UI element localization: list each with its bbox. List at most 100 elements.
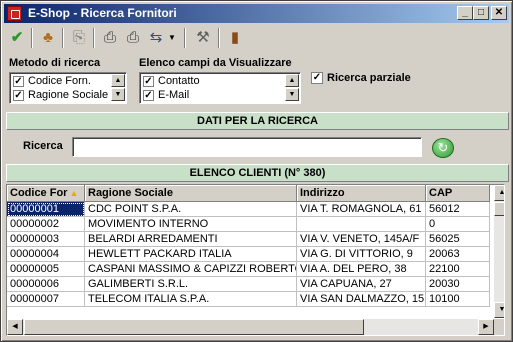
search-method-list: ✓ Codice Forn. ✓ Ragione Sociale ▲ ▼ — [9, 72, 127, 104]
scroll-up-icon[interactable]: ▲ — [111, 74, 125, 87]
grid-body: 00000001 CDC POINT S.P.A. VIA T. ROMAGNO… — [7, 202, 490, 307]
checkbox-checked-icon[interactable]: ✓ — [13, 75, 24, 87]
app-logo-icon — [7, 6, 22, 21]
option-contatto[interactable]: ✓ Contatto — [143, 74, 200, 88]
cell-code[interactable]: 00000004 — [7, 247, 85, 262]
users-icon[interactable]: ♣ — [37, 27, 59, 49]
cell-name[interactable]: TELECOM ITALIA S.P.A. — [85, 292, 297, 307]
cell-name[interactable]: MOVIMENTO INTERNO — [85, 217, 297, 232]
cell-cap[interactable]: 10100 — [426, 292, 490, 307]
cell-code[interactable]: 00000007 — [7, 292, 85, 307]
checkbox-checked-icon[interactable]: ✓ — [311, 72, 323, 84]
horizontal-scroll-thumb[interactable] — [24, 319, 364, 335]
cell-address[interactable]: VIA A. DEL PERO, 38 — [297, 262, 426, 277]
search-method-label: Metodo di ricerca — [9, 57, 101, 69]
column-header-cap[interactable]: CAP — [426, 185, 490, 202]
scroll-up-icon[interactable]: ▲ — [285, 74, 299, 87]
toolbar: ✔ ♣ ⎘ ⎙ ⎙ ⇆ ▼ ⚒ ▮ — [4, 25, 509, 51]
cell-address[interactable]: VIA SAN DALMAZZO, 15 — [297, 292, 426, 307]
cell-cap[interactable]: 56012 — [426, 202, 490, 217]
warning-icon: ▲ — [69, 188, 79, 198]
cell-code[interactable]: 00000006 — [7, 277, 85, 292]
search-input[interactable] — [72, 137, 422, 157]
toolbar-separator — [93, 28, 95, 48]
cell-address[interactable]: VIA V. VENETO, 145A/F — [297, 232, 426, 247]
clients-section-header: ELENCO CLIENTI (N° 380) — [6, 164, 509, 182]
horizontal-scrollbar[interactable]: ◀ ▶ — [7, 319, 494, 335]
cell-address[interactable] — [297, 217, 426, 232]
display-fields-label: Elenco campi da Visualizzare — [139, 57, 292, 69]
toolbar-separator — [218, 28, 220, 48]
column-header-code[interactable]: Codice For ▲ — [7, 185, 85, 202]
table-row[interactable]: 00000005 CASPANI MASSIMO & CAPIZZI ROBER… — [7, 262, 490, 277]
checkbox-checked-icon[interactable]: ✓ — [143, 89, 154, 101]
check-icon[interactable]: ✔ — [6, 27, 28, 49]
option-label: Ragione Sociale — [28, 89, 109, 101]
vertical-scroll-thumb[interactable] — [494, 202, 504, 216]
copy-icon[interactable]: ⎘ — [68, 27, 90, 49]
scroll-up-icon[interactable]: ▲ — [494, 185, 504, 201]
table-row[interactable]: 00000004 HEWLETT PACKARD ITALIA VIA G. D… — [7, 247, 490, 262]
option-label: Contatto — [158, 75, 200, 87]
clients-grid: Codice For ▲ Ragione Sociale Indirizzo CA… — [6, 184, 505, 336]
minimize-button[interactable]: _ — [457, 6, 473, 20]
scroll-down-icon[interactable]: ▼ — [285, 88, 299, 101]
export-icon[interactable]: ⇆ — [145, 27, 167, 49]
partial-search-label: Ricerca parziale — [327, 72, 411, 84]
table-row[interactable]: 00000007 TELECOM ITALIA S.P.A. VIA SAN D… — [7, 292, 490, 307]
cell-code[interactable]: 00000001 — [7, 202, 85, 217]
search-section-header: DATI PER LA RICERCA — [6, 112, 509, 130]
maximize-button[interactable]: □ — [473, 6, 489, 20]
checkbox-checked-icon[interactable]: ✓ — [143, 75, 154, 87]
refresh-icon[interactable]: ↻ — [432, 138, 454, 158]
toolbar-separator — [31, 28, 33, 48]
table-row[interactable]: 00000001 CDC POINT S.P.A. VIA T. ROMAGNO… — [7, 202, 490, 217]
option-email[interactable]: ✓ E-Mail — [143, 88, 189, 102]
cell-address[interactable]: VIA G. DI VITTORIO, 9 — [297, 247, 426, 262]
table-row[interactable]: 00000003 BELARDI ARREDAMENTI VIA V. VENE… — [7, 232, 490, 247]
window-title: E-Shop - Ricerca Fornitori — [28, 6, 177, 20]
cell-code[interactable]: 00000003 — [7, 232, 85, 247]
toolbar-separator — [184, 28, 186, 48]
table-row[interactable]: 00000002 MOVIMENTO INTERNO 0 — [7, 217, 490, 232]
cell-name[interactable]: CDC POINT S.P.A. — [85, 202, 297, 217]
cell-cap[interactable]: 22100 — [426, 262, 490, 277]
title-bar[interactable]: E-Shop - Ricerca Fornitori _ □ ✕ — [4, 4, 509, 23]
option-label: Codice Forn. — [28, 75, 91, 87]
search-label: Ricerca — [23, 140, 63, 152]
app-window: E-Shop - Ricerca Fornitori _ □ ✕ ✔ ♣ ⎘ ⎙… — [0, 0, 513, 342]
partial-search-checkbox[interactable]: ✓ Ricerca parziale — [311, 72, 411, 84]
cell-name[interactable]: GALIMBERTI S.R.L. — [85, 277, 297, 292]
column-header-name[interactable]: Ragione Sociale — [85, 185, 297, 202]
toolbar-separator — [62, 28, 64, 48]
scroll-left-icon[interactable]: ◀ — [7, 319, 23, 335]
close-button[interactable]: ✕ — [491, 6, 507, 20]
scroll-down-icon[interactable]: ▼ — [494, 302, 504, 318]
cell-name[interactable]: HEWLETT PACKARD ITALIA — [85, 247, 297, 262]
cell-address[interactable]: VIA T. ROMAGNOLA, 61 — [297, 202, 426, 217]
cell-name[interactable]: CASPANI MASSIMO & CAPIZZI ROBERTO — [85, 262, 297, 277]
print-icon[interactable]: ⎙ — [99, 27, 121, 49]
scroll-right-icon[interactable]: ▶ — [478, 319, 494, 335]
print-preview-icon[interactable]: ⎙ — [122, 27, 144, 49]
cell-code[interactable]: 00000005 — [7, 262, 85, 277]
cell-cap[interactable]: 20030 — [426, 277, 490, 292]
display-fields-list: ✓ Contatto ✓ E-Mail ▲ ▼ — [139, 72, 301, 104]
vertical-scrollbar[interactable]: ▲ ▼ — [494, 185, 504, 318]
cell-cap[interactable]: 0 — [426, 217, 490, 232]
tools-icon[interactable]: ⚒ — [192, 27, 214, 49]
checkbox-checked-icon[interactable]: ✓ — [13, 89, 24, 101]
dropdown-arrow-icon[interactable]: ▼ — [166, 27, 178, 49]
table-row[interactable]: 00000006 GALIMBERTI S.R.L. VIA CAPUANA, … — [7, 277, 490, 292]
grid-header: Codice For ▲ Ragione Sociale Indirizzo CA… — [7, 185, 490, 202]
option-ragione-sociale[interactable]: ✓ Ragione Sociale — [13, 88, 108, 102]
option-codice-forn[interactable]: ✓ Codice Forn. — [13, 74, 91, 88]
cell-address[interactable]: VIA CAPUANA, 27 — [297, 277, 426, 292]
column-header-address[interactable]: Indirizzo — [297, 185, 426, 202]
cell-name[interactable]: BELARDI ARREDAMENTI — [85, 232, 297, 247]
scroll-down-icon[interactable]: ▼ — [111, 88, 125, 101]
cell-cap[interactable]: 20063 — [426, 247, 490, 262]
cell-code[interactable]: 00000002 — [7, 217, 85, 232]
exit-door-icon[interactable]: ▮ — [224, 27, 246, 49]
cell-cap[interactable]: 56025 — [426, 232, 490, 247]
